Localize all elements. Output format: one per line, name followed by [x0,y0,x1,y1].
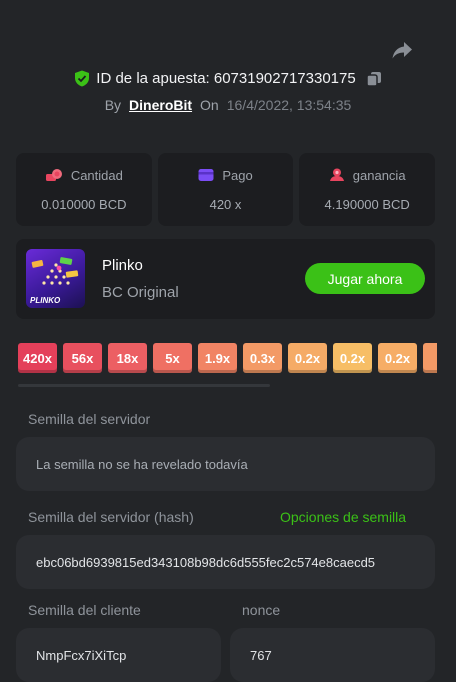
on-label: On [200,97,219,113]
stat-profit-label: ganancia [352,167,406,183]
stat-payout-value: 420 x [209,196,242,212]
game-thumbnail-label: PLINKO [30,296,61,305]
by-label: By [104,97,122,113]
client-seed-field[interactable]: NmpFcx7iXiTcp [16,628,221,682]
game-title: Plinko [102,257,143,274]
bet-id-row: ID de la apuesta: 60731902717330175 [0,70,456,87]
stat-amount-value: 0.010000 BCD [41,196,127,212]
multiplier-strip[interactable]: 420x 56x 18x 5x 1.9x 0.3x 0.2x 0.2x 0.2x [18,343,437,373]
multiplier-chip [423,343,437,373]
bet-date: 16/4/2022, 13:54:35 [226,97,352,113]
nonce-field[interactable]: 767 [230,628,435,682]
server-seed-field[interactable]: La semilla no se ha revelado todavía [16,437,435,491]
multiplier-chip: 18x [108,343,147,373]
multiplier-chip: 0.2x [333,343,372,373]
stat-amount: Cantidad 0.010000 BCD [16,153,152,226]
stat-profit: ganancia 4.190000 BCD [299,153,436,226]
stat-payout: Pago 420 x [157,153,294,226]
server-hash-field[interactable]: ebc06bd6939815ed343108b98dc6d555fec2c574… [16,535,435,589]
stat-payout-label: Pago [222,167,253,183]
multiplier-chip: 5x [153,343,192,373]
multiplier-chip: 56x [63,343,102,373]
copy-icon[interactable] [365,71,382,87]
game-card: PLINKO Plinko BC Original Jugar ahora [16,239,435,319]
wallet-icon [198,169,214,181]
bet-meta-row: By DineroBit On 16/4/2022, 13:54:35 [0,97,456,113]
game-thumbnail[interactable]: PLINKO [26,249,85,308]
multiplier-chip: 0.2x [378,343,417,373]
user-link[interactable]: DineroBit [129,97,192,113]
nonce-label: nonce [242,602,281,618]
multiplier-chip: 0.2x [288,343,327,373]
multiplier-scrollbar[interactable] [18,384,270,387]
verified-shield-icon [75,70,90,87]
share-icon[interactable] [391,40,413,60]
server-hash-label: Semilla del servidor (hash) [28,509,194,525]
client-seed-label: Semilla del cliente [28,602,141,618]
multiplier-chip: 1.9x [198,343,237,373]
play-now-button[interactable]: Jugar ahora [305,263,425,294]
stat-amount-label: Cantidad [70,167,123,183]
multiplier-chip: 0.3x [243,343,282,373]
game-provider: BC Original [102,284,179,301]
seed-options-link[interactable]: Opciones de semilla [280,509,406,525]
profit-icon [329,168,344,181]
bet-id: ID de la apuesta: 60731902717330175 [96,70,356,87]
multiplier-chip: 420x [18,343,57,373]
server-seed-label: Semilla del servidor [28,411,151,427]
bet-stats: Cantidad 0.010000 BCD Pago 420 x gananci… [16,153,436,226]
stat-profit-value: 4.190000 BCD [324,196,410,212]
coins-icon [45,169,62,181]
